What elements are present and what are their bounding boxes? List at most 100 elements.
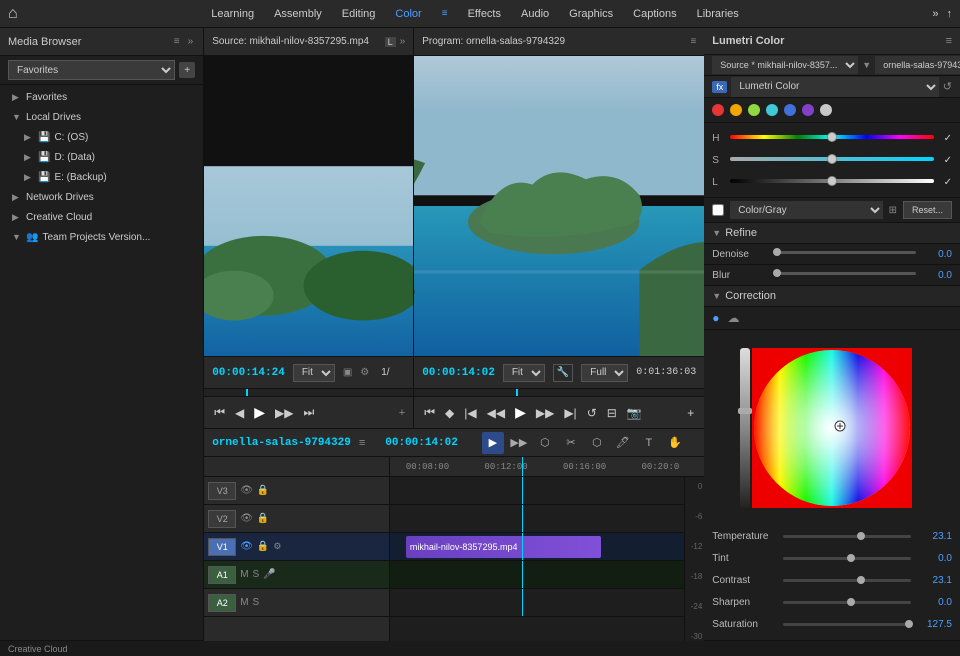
- color-dot-red[interactable]: [712, 104, 724, 116]
- hsl-l-slider[interactable]: [730, 179, 933, 185]
- sharpen-thumb[interactable]: [847, 598, 855, 606]
- track-a1-m-icon[interactable]: M: [240, 569, 248, 580]
- hsl-h-thumb[interactable]: [827, 132, 837, 142]
- track-v1-lock-icon[interactable]: 🔒: [257, 541, 269, 552]
- tool-select[interactable]: ▶: [482, 432, 504, 454]
- tree-team-projects[interactable]: ▼ 👥 Team Projects Version...: [4, 227, 199, 247]
- tree-network-drives[interactable]: ▶ Network Drives: [4, 187, 199, 207]
- color-dot-cyan[interactable]: [766, 104, 778, 116]
- saturation-slider[interactable]: [783, 623, 911, 626]
- lumetri-reset-icon[interactable]: ↺: [943, 80, 952, 93]
- prog-export-frame[interactable]: 📷: [625, 404, 644, 422]
- source-step-fwd[interactable]: ⏭: [302, 403, 317, 422]
- temperature-thumb[interactable]: [857, 532, 865, 540]
- colorgray-reset-button[interactable]: Reset...: [903, 201, 952, 219]
- track-v2-lock-icon[interactable]: 🔒: [257, 513, 269, 524]
- track-v1-eye-icon[interactable]: 👁: [240, 541, 253, 552]
- contrast-thumb[interactable]: [857, 576, 865, 584]
- nav-color-menu-icon[interactable]: ≡: [442, 8, 448, 20]
- media-panel-overflow[interactable]: »: [186, 34, 196, 49]
- track-a2-label[interactable]: A2: [208, 594, 236, 612]
- media-panel-add-button[interactable]: +: [179, 62, 195, 78]
- track-v1-label[interactable]: V1: [208, 538, 236, 556]
- prog-loop[interactable]: ↺: [585, 404, 599, 422]
- media-panel-menu[interactable]: ≡: [172, 34, 182, 49]
- source-play-back[interactable]: ◀: [233, 404, 246, 422]
- tree-drive-d[interactable]: ▶ 💾 D: (Data): [4, 147, 199, 167]
- nav-learning[interactable]: Learning: [211, 8, 254, 20]
- denoise-thumb[interactable]: [773, 248, 781, 256]
- nav-editing[interactable]: Editing: [342, 8, 376, 20]
- prog-add-marker[interactable]: ◆: [443, 404, 456, 422]
- nav-audio[interactable]: Audio: [521, 8, 549, 20]
- nav-effects[interactable]: Effects: [468, 8, 501, 20]
- saturation-thumb[interactable]: [905, 620, 913, 628]
- tool-track-select[interactable]: ▶▶: [508, 432, 530, 454]
- prog-go-start[interactable]: |◀: [462, 404, 478, 422]
- tool-razor[interactable]: ✂: [560, 432, 582, 454]
- track-v2-label[interactable]: V2: [208, 510, 236, 528]
- nav-overflow-icon[interactable]: »: [932, 8, 938, 20]
- source-play-fwd[interactable]: ▶▶: [273, 404, 295, 422]
- hsl-l-thumb[interactable]: [827, 176, 837, 186]
- tree-local-drives[interactable]: ▼ Local Drives: [4, 107, 199, 127]
- tool-text[interactable]: T: [638, 432, 660, 454]
- track-v3-eye-icon[interactable]: 👁: [240, 485, 253, 496]
- lumetri-effect-select[interactable]: Lumetri Color: [731, 77, 938, 97]
- tool-slip[interactable]: ⬡: [586, 432, 608, 454]
- colorgray-select[interactable]: Color/Gray: [730, 201, 882, 219]
- track-v2-eye-icon[interactable]: 👁: [240, 513, 253, 524]
- contrast-slider[interactable]: [783, 579, 911, 582]
- hsl-s-slider[interactable]: [730, 157, 933, 163]
- correction-cloud-icon[interactable]: ☁: [728, 311, 740, 325]
- nav-graphics[interactable]: Graphics: [569, 8, 613, 20]
- prog-add-icon[interactable]: +: [685, 404, 696, 422]
- nav-assembly[interactable]: Assembly: [274, 8, 322, 20]
- tree-favorites[interactable]: ▶ Favorites: [4, 87, 199, 107]
- hsl-h-slider[interactable]: [730, 135, 933, 141]
- source-add-mark[interactable]: +: [399, 407, 405, 419]
- source-step-back[interactable]: ⏮: [212, 403, 227, 422]
- blur-slider[interactable]: [773, 272, 916, 278]
- prog-play-stop[interactable]: ▶: [513, 402, 528, 423]
- track-a2-m-icon[interactable]: M: [240, 597, 248, 608]
- share-icon[interactable]: ↑: [947, 8, 953, 20]
- nav-color[interactable]: Color: [395, 8, 421, 20]
- prog-go-end[interactable]: ▶|: [562, 404, 578, 422]
- correction-circle-icon[interactable]: ●: [712, 311, 719, 325]
- favorites-dropdown[interactable]: Favorites: [8, 60, 175, 80]
- prog-safe-margin[interactable]: ⊟: [605, 404, 619, 422]
- tree-drive-e[interactable]: ▶ 💾 E: (Backup): [4, 167, 199, 187]
- color-dot-purple[interactable]: [802, 104, 814, 116]
- program-quality-select[interactable]: Full: [581, 364, 628, 382]
- track-a1-label[interactable]: A1: [208, 566, 236, 584]
- tint-slider[interactable]: [783, 557, 911, 560]
- source-play[interactable]: ▶: [252, 402, 267, 423]
- track-v3-lock-icon[interactable]: 🔒: [257, 485, 269, 496]
- color-wheel-svg[interactable]: [752, 348, 912, 508]
- track-a1-mic-icon[interactable]: 🎤: [263, 569, 275, 580]
- hsl-h-check[interactable]: ✓: [944, 133, 952, 144]
- blur-thumb[interactable]: [773, 269, 781, 277]
- colorgray-expand-icon[interactable]: ⊞: [889, 205, 897, 216]
- prog-step-fwd[interactable]: ▶▶: [534, 404, 556, 422]
- saturation-thumb[interactable]: [738, 408, 752, 414]
- hsl-s-thumb[interactable]: [827, 154, 837, 164]
- tool-hand[interactable]: ✋: [664, 432, 686, 454]
- hsl-s-check[interactable]: ✓: [944, 155, 952, 166]
- tool-pen[interactable]: 🖊: [612, 432, 634, 454]
- source-overflow-icon[interactable]: »: [400, 36, 406, 47]
- colorgray-checkbox[interactable]: [712, 204, 724, 216]
- denoise-slider[interactable]: [773, 251, 916, 257]
- tool-ripple[interactable]: ⬡: [534, 432, 556, 454]
- track-v3-label[interactable]: V3: [208, 482, 236, 500]
- program-wrench-icon[interactable]: 🔧: [553, 364, 573, 382]
- lumetri-source-select[interactable]: Source * mikhail-nilov-8357...: [712, 56, 858, 74]
- track-a2-s-icon[interactable]: S: [253, 597, 260, 608]
- timeline-menu-icon[interactable]: ≡: [359, 437, 365, 449]
- lumetri-dest-select[interactable]: ornella-salas-9794329 * m...: [875, 56, 960, 74]
- correction-section-header[interactable]: ▼ Correction: [704, 286, 960, 307]
- color-dot-gray[interactable]: [820, 104, 832, 116]
- prog-mark-in[interactable]: ⏮: [422, 403, 437, 422]
- nav-captions[interactable]: Captions: [633, 8, 676, 20]
